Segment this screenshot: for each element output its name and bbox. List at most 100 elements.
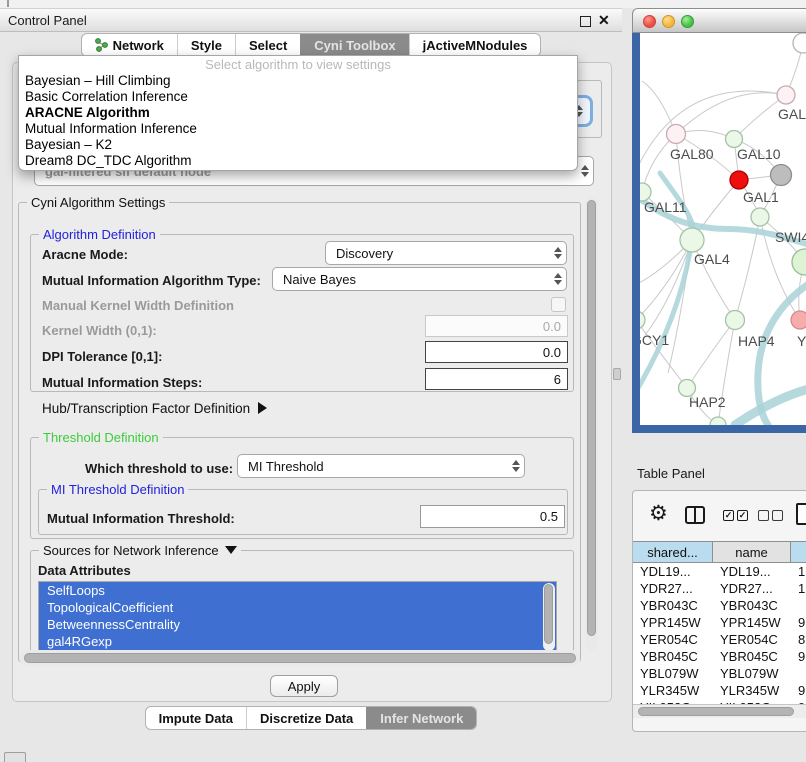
attr-list-scrollbar[interactable] — [543, 583, 555, 651]
table-cell: YDL19... — [713, 563, 791, 580]
table-row[interactable]: YBR045CYBR045C9. — [633, 648, 806, 665]
algorithm-dropdown-popup: Select algorithm to view settings Bayesi… — [18, 55, 578, 171]
disclosure-right-icon — [258, 402, 267, 414]
column-view-icon[interactable] — [685, 506, 705, 524]
deselect-checkbox-icon-2[interactable] — [772, 510, 783, 521]
table-row[interactable]: YPR145WYPR145W9. — [633, 614, 806, 631]
top-tab-bar: Network Style Select Cyni Toolbox jActiv… — [0, 33, 622, 57]
tab-jactivemnodules[interactable]: jActiveMNodules — [409, 34, 541, 56]
which-threshold-label: Which threshold to use: — [85, 461, 233, 476]
tab-style[interactable]: Style — [177, 34, 235, 56]
network-edge[interactable] — [640, 320, 687, 388]
table-hscrollbar-thumb[interactable] — [638, 707, 794, 716]
network-edge[interactable] — [676, 93, 786, 134]
data-attribute-item[interactable]: SelfLoops — [39, 582, 556, 599]
algorithm-option[interactable]: Basic Correlation Inference — [19, 89, 577, 105]
network-node-label: SWI4 — [775, 229, 806, 245]
table-row[interactable]: YDL19...YDL19...13 — [633, 563, 806, 580]
data-attribute-item[interactable]: gal4RGexp — [39, 633, 556, 650]
network-node-swi4[interactable] — [751, 208, 769, 226]
table-cell: YBR045C — [633, 648, 713, 665]
kernel-width-input: 0.0 — [425, 315, 568, 337]
network-node-gal10[interactable] — [726, 131, 743, 148]
table-column-header[interactable]: shared... — [633, 541, 713, 563]
table-column-header[interactable]: name — [713, 541, 791, 563]
algorithm-option[interactable]: ARACNE Algorithm — [19, 105, 577, 121]
tab-discretize-data[interactable]: Discretize Data — [246, 707, 366, 729]
zoom-window-icon[interactable] — [681, 15, 694, 28]
network-node-gcy1[interactable] — [640, 311, 645, 329]
network-window-titlebar[interactable] — [632, 8, 806, 33]
attr-list-scrollbar-thumb[interactable] — [544, 584, 553, 644]
network-node[interactable] — [793, 33, 806, 53]
network-node-gal4[interactable] — [680, 228, 704, 252]
network-edge-highlighted[interactable] — [735, 388, 806, 425]
algorithm-option[interactable]: Mutual Information Inference — [19, 121, 577, 137]
table-cell: YBR045C — [713, 648, 791, 665]
tab-select[interactable]: Select — [235, 34, 300, 56]
network-node-label: HAP4 — [738, 333, 775, 349]
close-panel-icon[interactable]: ✕ — [598, 12, 610, 29]
manual-kernel-checkbox[interactable] — [551, 297, 566, 312]
settings-vscrollbar-thumb[interactable] — [587, 200, 596, 636]
table-row[interactable]: YBL079WYBL079W — [633, 665, 806, 682]
table-hscrollbar[interactable] — [633, 704, 806, 718]
settings-vscrollbar[interactable] — [585, 198, 598, 650]
hub-definition-disclosure[interactable]: Hub/Transcription Factor Definition — [42, 401, 267, 416]
network-node[interactable] — [710, 417, 726, 425]
tab-infer-network[interactable]: Infer Network — [366, 707, 476, 729]
data-attribute-item[interactable]: BetweennessCentrality — [39, 616, 556, 633]
which-threshold-combobox[interactable]: MI Threshold — [237, 454, 525, 478]
table-cell: YDR27... — [713, 580, 791, 597]
network-node-y[interactable] — [791, 311, 806, 329]
settings-hscrollbar-thumb[interactable] — [24, 653, 576, 663]
table-row[interactable]: YLR345WYLR345W9. — [633, 682, 806, 699]
table-row[interactable]: YBR043CYBR043C — [633, 597, 806, 614]
network-node[interactable] — [792, 249, 806, 275]
aracne-mode-combobox[interactable]: Discovery — [325, 241, 567, 265]
table-row[interactable]: YER054CYER054C8. — [633, 631, 806, 648]
settings-hscrollbar[interactable] — [20, 650, 580, 666]
network-icon — [95, 38, 108, 52]
minimize-window-icon[interactable] — [662, 15, 675, 28]
gear-icon[interactable]: ⚙ — [649, 501, 668, 526]
select-all-checkbox-icon[interactable]: ✓ — [723, 510, 734, 521]
disclosure-down-icon — [225, 546, 237, 554]
apply-button[interactable]: Apply — [270, 675, 338, 697]
algorithm-option[interactable]: Bayesian – Hill Climbing — [19, 73, 577, 89]
network-edge[interactable] — [687, 320, 735, 388]
tab-network[interactable]: Network — [82, 34, 177, 56]
float-panel-icon[interactable] — [580, 16, 591, 27]
network-node[interactable] — [771, 165, 792, 186]
algorithm-dropdown-options: Bayesian – Hill ClimbingBasic Correlatio… — [19, 73, 577, 169]
panel-splitter-handle[interactable] — [613, 368, 621, 380]
network-node-label: GAL4 — [694, 251, 730, 267]
mi-type-combobox[interactable]: Naive Bayes — [272, 267, 567, 291]
table-column-header[interactable] — [791, 541, 806, 563]
mi-steps-input[interactable]: 6 — [425, 368, 568, 390]
algorithm-option[interactable]: Dream8 DC_TDC Algorithm — [19, 153, 577, 169]
dpi-tolerance-input[interactable]: 0.0 — [425, 341, 568, 363]
table-row[interactable]: YDR27...YDR27...12 — [633, 580, 806, 597]
network-canvas[interactable]: GALGAL80GAL10GAL1GAL11SWI4GAL4GCY1HAP4YH… — [640, 33, 806, 425]
network-graph[interactable]: GALGAL80GAL10GAL1GAL11SWI4GAL4GCY1HAP4YH… — [640, 33, 806, 425]
select-all-checkbox-icon-2[interactable]: ✓ — [737, 510, 748, 521]
algorithm-option[interactable]: Bayesian – K2 — [19, 137, 577, 153]
tab-jactivemnodules-label: jActiveMNodules — [423, 38, 528, 53]
document-icon[interactable] — [796, 503, 806, 525]
network-node-gal1[interactable] — [730, 171, 748, 189]
data-attribute-item[interactable]: TopologicalCoefficient — [39, 599, 556, 616]
data-attributes-list[interactable]: SelfLoopsTopologicalCoefficientBetweenne… — [38, 581, 557, 653]
table-cell: YLR345W — [633, 682, 713, 699]
mi-type-label: Mutual Information Algorithm Type: — [42, 273, 261, 288]
close-window-icon[interactable] — [643, 15, 656, 28]
network-node-gal80[interactable] — [667, 125, 686, 144]
network-node-gal[interactable] — [777, 86, 795, 104]
tab-impute-data[interactable]: Impute Data — [146, 707, 246, 729]
mi-threshold-input[interactable]: 0.5 — [420, 505, 565, 528]
tab-cyni-toolbox[interactable]: Cyni Toolbox — [300, 34, 408, 56]
which-threshold-value: MI Threshold — [238, 459, 508, 474]
network-node-hap4[interactable] — [726, 311, 745, 330]
panel-corner-icon[interactable] — [4, 752, 26, 762]
deselect-checkbox-icon[interactable] — [758, 510, 769, 521]
